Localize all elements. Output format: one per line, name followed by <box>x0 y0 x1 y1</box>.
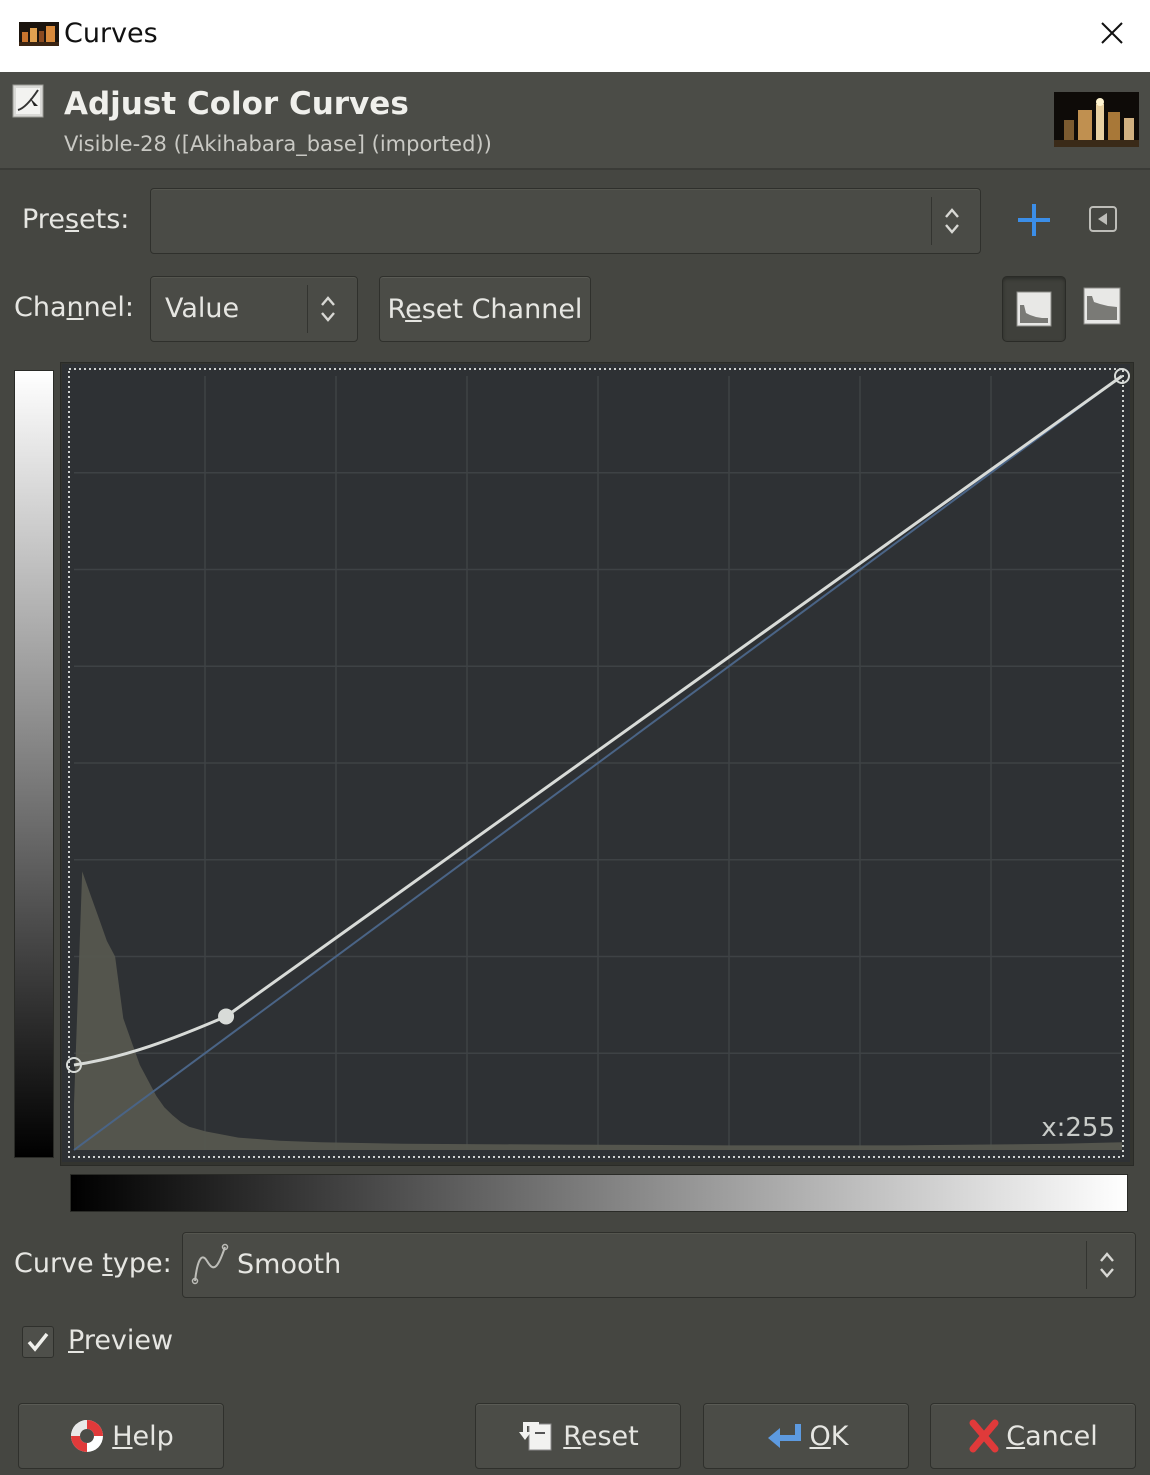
output-gradient-bar <box>14 370 54 1158</box>
curves-tool-icon <box>12 84 44 118</box>
curve-type-combo[interactable]: Smooth <box>182 1232 1136 1298</box>
cancel-x-icon <box>969 1419 999 1453</box>
curve-graph[interactable]: x:255 <box>62 364 1130 1162</box>
close-icon <box>1101 22 1123 44</box>
channel-value: Value <box>165 293 240 324</box>
window-title: Curves <box>64 18 158 49</box>
reset-icon <box>519 1422 552 1451</box>
presets-combo[interactable] <box>150 188 981 254</box>
title-bar <box>0 0 1150 72</box>
ok-button[interactable]: OK <box>703 1403 909 1469</box>
cancel-label: Cancel <box>1006 1420 1098 1452</box>
ok-label: OK <box>809 1420 849 1452</box>
spin-arrows-icon <box>321 296 335 322</box>
reset-channel-label: Reset Channel <box>387 293 583 325</box>
linear-histogram-icon <box>1016 291 1052 327</box>
smooth-curve-icon <box>191 1243 229 1285</box>
log-histogram-toggle[interactable] <box>1082 286 1126 330</box>
reset-channel-button[interactable]: Reset Channel <box>379 276 591 342</box>
dialog-title: Adjust Color Curves <box>64 86 409 122</box>
curve-type-label: Curve type: <box>14 1248 172 1279</box>
channel-combo[interactable]: Value <box>150 276 358 342</box>
checkmark-icon <box>27 1332 49 1352</box>
input-gradient-bar <box>70 1174 1128 1212</box>
cancel-button[interactable]: Cancel <box>930 1403 1136 1469</box>
preview-checkbox[interactable] <box>22 1326 54 1358</box>
channel-label: Channel: <box>14 292 134 323</box>
close-button[interactable] <box>1080 10 1144 56</box>
spin-arrows-icon <box>945 208 959 234</box>
curve-type-value: Smooth <box>237 1249 342 1280</box>
menu-arrow-icon <box>1089 206 1117 232</box>
linear-histogram-toggle[interactable] <box>1002 276 1066 342</box>
spin-arrows-icon <box>1100 1252 1114 1278</box>
preview-label[interactable]: Preview <box>68 1325 173 1356</box>
plus-icon <box>1018 204 1050 236</box>
help-button[interactable]: Help <box>18 1403 224 1469</box>
image-thumbnail <box>1054 92 1139 147</box>
lifebuoy-icon <box>71 1420 104 1452</box>
presets-label: Presets: <box>22 204 130 235</box>
cursor-readout: x:255 <box>1041 1113 1115 1143</box>
log-histogram-icon <box>1083 287 1121 325</box>
reset-button[interactable]: Reset <box>475 1403 681 1469</box>
help-label: Help <box>112 1420 174 1452</box>
add-preset-button[interactable] <box>1012 198 1056 242</box>
reset-label: Reset <box>563 1420 639 1452</box>
app-icon <box>19 22 59 46</box>
curve-control-point[interactable] <box>218 1008 235 1025</box>
enter-arrow-icon <box>767 1424 801 1448</box>
presets-menu-button[interactable] <box>1086 202 1120 236</box>
dialog-subtitle: Visible-28 ([Akihabara_base] (imported)) <box>64 132 492 156</box>
